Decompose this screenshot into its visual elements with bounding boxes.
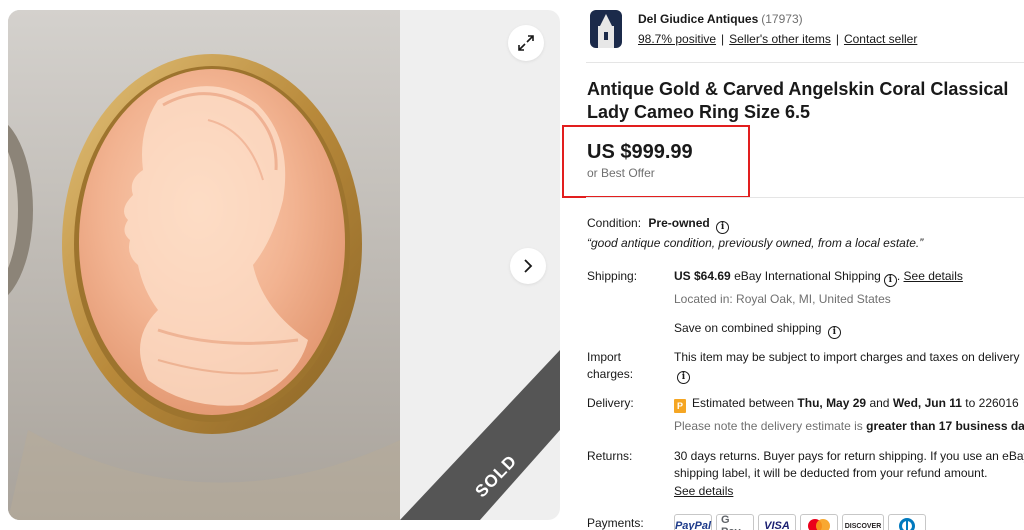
import-info: i [674, 366, 690, 384]
seller-name-row: Del Giudice Antiques (17973) [638, 12, 803, 26]
shipping-label: Shipping: [587, 269, 638, 283]
image-gallery: SOLD [8, 10, 560, 520]
info-icon[interactable]: i [827, 326, 841, 339]
next-image-button[interactable] [510, 248, 546, 284]
condition-value: Pre-owned [648, 216, 710, 230]
seller-other-items-link[interactable]: Seller's other items [729, 32, 831, 46]
delivery-note-text: Please note the delivery estimate is [674, 419, 863, 433]
delivery-label: Delivery: [587, 396, 634, 410]
mastercard-logo [800, 514, 838, 530]
separator: | [721, 32, 725, 46]
paypal-logo: PayPal [674, 514, 712, 530]
separator: | [835, 32, 839, 46]
contact-seller-link[interactable]: Contact seller [844, 32, 917, 46]
visa-logo: VISA [758, 514, 796, 530]
item-title: Antique Gold & Carved Angelskin Coral Cl… [587, 79, 1009, 122]
delivery-date-start: Thu, May 29 [797, 396, 867, 410]
shipping-see-details-link[interactable]: See details [904, 269, 963, 283]
condition-label: Condition: [587, 216, 642, 230]
delivery-prefix: Estimated between [692, 396, 795, 410]
delivery-date-end: Wed, Jun 11 [892, 396, 962, 410]
delivery-estimate: P Estimated between Thu, May 29 and Wed, … [674, 396, 1024, 414]
discover-logo: DISCOVER [842, 514, 884, 530]
info-icon[interactable]: i [883, 274, 897, 287]
shipping-service: eBay International Shipping [734, 269, 881, 283]
expand-image-button[interactable] [508, 25, 544, 61]
item-price: US $999.99 [587, 141, 693, 163]
import-label-line1: Import [587, 350, 622, 364]
item-location: Located in: Royal Oak, MI, United States [674, 292, 891, 306]
delivery-and: and [869, 396, 890, 410]
cameo-ring-image [8, 10, 400, 520]
seller-links: 98.7% positive | Seller's other items | Cont… [638, 32, 917, 46]
google-pay-logo: G Pay [716, 514, 754, 530]
combined-shipping-row: Save on combined shipping i [674, 321, 841, 339]
delivery-note-bold: greater than 17 business day [866, 419, 1024, 433]
returns-line1: 30 days returns. Buyer pays for return s… [674, 449, 1024, 463]
condition-quote: “good antique condition, previously owne… [587, 236, 924, 250]
delivery-zip: to 226016 [965, 396, 1019, 410]
info-icon[interactable]: i [677, 371, 690, 384]
import-text: This item may be subject to import charg… [674, 350, 1020, 364]
seller-info: Del Giudice Antiques (17973) 98.7% positi… [590, 10, 1010, 50]
returns-see-details-link[interactable]: See details [674, 484, 733, 498]
divider [586, 197, 1024, 198]
delivery-badge: P [674, 399, 686, 413]
shipping-amount: US $64.69 [674, 269, 731, 283]
product-photo[interactable] [8, 10, 400, 520]
info-icon[interactable]: i [716, 221, 730, 234]
diners-logo [888, 514, 926, 530]
seller-feedback-count: (17973) [761, 12, 803, 26]
import-label-line2: charges: [587, 367, 634, 381]
chevron-right-icon [524, 259, 533, 273]
returns-line2: shipping label, it will be deducted from… [674, 466, 988, 480]
sold-label: SOLD [471, 451, 520, 501]
seller-name[interactable]: Del Giudice Antiques [638, 12, 758, 26]
combined-shipping-text: Save on combined shipping [674, 321, 822, 335]
condition-row: Condition: Pre-owned i [587, 216, 730, 234]
best-offer-text: or Best Offer [587, 166, 655, 180]
divider [586, 62, 1024, 63]
seller-avatar[interactable] [590, 10, 622, 48]
payment-methods: PayPal G Pay VISA DISCOVER [674, 514, 926, 530]
shipping-value: US $64.69 eBay International Shipping i. … [674, 269, 963, 287]
delivery-note: Please note the delivery estimate is gre… [674, 419, 1024, 433]
payments-label: Payments: [587, 516, 644, 530]
expand-icon [518, 35, 534, 51]
seller-positive-link[interactable]: 98.7% positive [638, 32, 716, 46]
returns-label: Returns: [587, 449, 633, 463]
